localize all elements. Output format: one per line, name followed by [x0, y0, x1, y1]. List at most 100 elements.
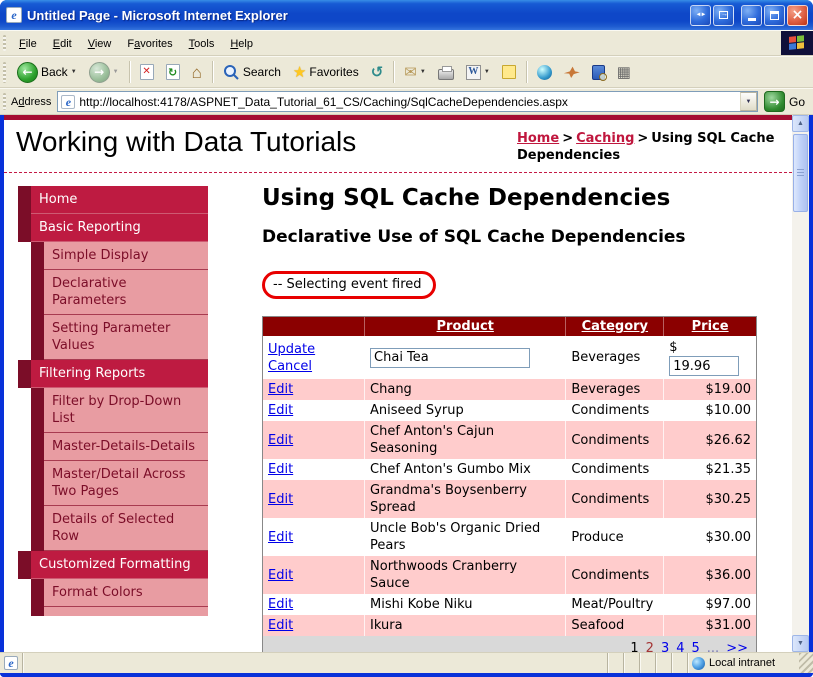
grid-row: Edit Northwoods Cranberry Sauce Condiments… [263, 556, 756, 594]
edit-link[interactable]: Edit [268, 403, 293, 418]
breadcrumb-home-link[interactable]: Home [517, 131, 559, 146]
sidebar-item[interactable]: Home [18, 186, 208, 214]
sort-product-link[interactable]: Product [437, 319, 494, 334]
go-button[interactable]: → [763, 91, 785, 112]
pager-link[interactable]: ... [707, 641, 719, 652]
sidebar-item[interactable]: Details of Selected Row [31, 506, 208, 551]
messenger-button[interactable] [531, 62, 558, 83]
edit-link[interactable]: Edit [268, 433, 293, 448]
security-zone-pane: Local intranet [687, 653, 799, 673]
sidebar-item-strip [31, 579, 44, 607]
menu-item[interactable]: Help [222, 33, 261, 55]
sidebar-menu: Home Basic Reporting Simple Display Declara… [4, 186, 211, 607]
pager-link[interactable]: 2 [646, 641, 654, 652]
favorites-button[interactable]: ★ Favorites [287, 62, 365, 83]
sidebar-item[interactable]: Filter by Drop-Down List [31, 388, 208, 433]
sidebar-item[interactable]: Master-Details-Details [31, 433, 208, 461]
pager-link[interactable]: 1 [630, 641, 638, 652]
sidebar-item[interactable]: Simple Display [31, 242, 208, 270]
pager-link[interactable]: >> [726, 641, 748, 652]
edit-link[interactable]: Edit [268, 530, 293, 545]
title-bar[interactable]: e Untitled Page - Microsoft Internet Exp… [0, 0, 813, 30]
scroll-up-button[interactable]: ▲ [792, 115, 809, 132]
address-dropdown-button[interactable]: ▼ [739, 92, 757, 111]
history-button[interactable]: ↺ [365, 62, 390, 83]
currency-symbol: $ [669, 340, 678, 355]
word-dropdown-icon[interactable]: ▼ [484, 69, 490, 75]
edit-link[interactable]: Edit [268, 462, 293, 477]
sidebar-item-strip [31, 506, 44, 551]
go-label[interactable]: Go [789, 95, 805, 109]
menu-item[interactable]: View [80, 33, 120, 55]
close-button[interactable]: × [787, 4, 808, 26]
sidebar-item[interactable]: Basic Reporting [18, 214, 208, 242]
sidebar-item[interactable]: Declarative Parameters [31, 270, 208, 315]
grid-header-category: Category [566, 317, 665, 336]
page-body: Home Basic Reporting Simple Display Declara… [4, 173, 792, 652]
back-dropdown-icon[interactable]: ▼ [71, 69, 77, 75]
resize-grip[interactable] [799, 653, 813, 673]
sidebar-item[interactable]: Setting Parameter Values [31, 315, 208, 360]
minimize-button[interactable] [741, 4, 762, 26]
category-cell: Condiments [566, 480, 665, 518]
forward-button[interactable]: → ▼ [83, 59, 125, 86]
home-button[interactable]: ⌂ [186, 61, 208, 84]
menu-item[interactable]: Favorites [119, 33, 180, 55]
discuss-button[interactable] [496, 62, 522, 82]
edit-with-word-button[interactable]: W ▼ [460, 62, 496, 83]
addressbar-grip[interactable] [3, 92, 6, 111]
page-header: Working with Data Tutorials Home > Caching… [4, 120, 792, 173]
sidebar-item[interactable]: Filtering Reports [18, 360, 208, 388]
mail-button[interactable]: ✉ ▼ [398, 62, 432, 83]
product-name-input[interactable] [370, 347, 531, 368]
debug-grid-button[interactable]: ▦ [611, 62, 637, 83]
menu-item[interactable]: Edit [45, 33, 80, 55]
ie-page-icon: e [6, 7, 22, 23]
pager-link[interactable]: 4 [676, 641, 684, 652]
menubar-grip[interactable] [3, 34, 6, 52]
popout-button[interactable] [713, 4, 734, 26]
breadcrumb-caching-link[interactable]: Caching [576, 131, 634, 146]
scroll-down-button[interactable]: ▼ [792, 635, 809, 652]
menu-item[interactable]: Tools [181, 33, 223, 55]
search-button[interactable]: Search [217, 61, 287, 84]
refresh-button[interactable]: ↻ [160, 61, 186, 83]
sidebar-item[interactable]: Master/Detail Across Two Pages [31, 461, 208, 506]
messenger-icon [536, 64, 552, 80]
edit-link[interactable]: Edit [268, 597, 293, 612]
sort-category-link[interactable]: Category [582, 319, 648, 334]
mail-dropdown-icon[interactable]: ▼ [420, 69, 426, 75]
products-gridview: Product Category Price Update Cancel Bev… [262, 316, 757, 652]
address-input[interactable] [79, 94, 740, 109]
maximize-button[interactable] [764, 4, 785, 26]
sidebar-item-strip [18, 214, 31, 242]
window-title: Untitled Page - Microsoft Internet Explo… [27, 7, 288, 23]
pager-link[interactable]: 5 [692, 641, 700, 652]
edit-link[interactable]: Edit [268, 568, 293, 583]
sidebar-item[interactable]: Customized Formatting [18, 551, 208, 579]
toolbar-grip[interactable] [3, 61, 6, 83]
edit-link[interactable]: Edit [268, 618, 293, 633]
edit-link[interactable]: Edit [268, 382, 293, 397]
product-cell: Grandma's Boysenberry Spread [365, 480, 567, 518]
pager-link[interactable]: 3 [661, 641, 669, 652]
research-button[interactable] [586, 62, 611, 83]
scrollbar-thumb[interactable] [793, 134, 808, 212]
update-link[interactable]: Update [268, 342, 315, 357]
stop-button[interactable]: ✕ [134, 61, 160, 83]
toolbar-separator [128, 61, 130, 83]
sidebar-item[interactable]: Format Colors [31, 579, 208, 607]
cancel-link[interactable]: Cancel [268, 359, 312, 374]
menu-item[interactable]: File [11, 33, 45, 55]
grid-row: Edit Aniseed Syrup Condiments $10.00 [263, 400, 756, 421]
print-button[interactable] [432, 62, 460, 83]
price-input[interactable] [669, 356, 740, 376]
edit-link[interactable]: Edit [268, 492, 293, 507]
snagit-button[interactable] [558, 63, 586, 81]
pan-arrows-button[interactable]: ◄► [690, 4, 711, 26]
sort-price-link[interactable]: Price [692, 319, 729, 334]
vertical-scrollbar[interactable]: ▲ ▼ [792, 115, 809, 652]
menu-items: File Edit View Favorites Tools Help [11, 34, 261, 52]
sidebar-item-strip [18, 186, 31, 214]
back-button[interactable]: ← Back ▼ [11, 59, 83, 86]
